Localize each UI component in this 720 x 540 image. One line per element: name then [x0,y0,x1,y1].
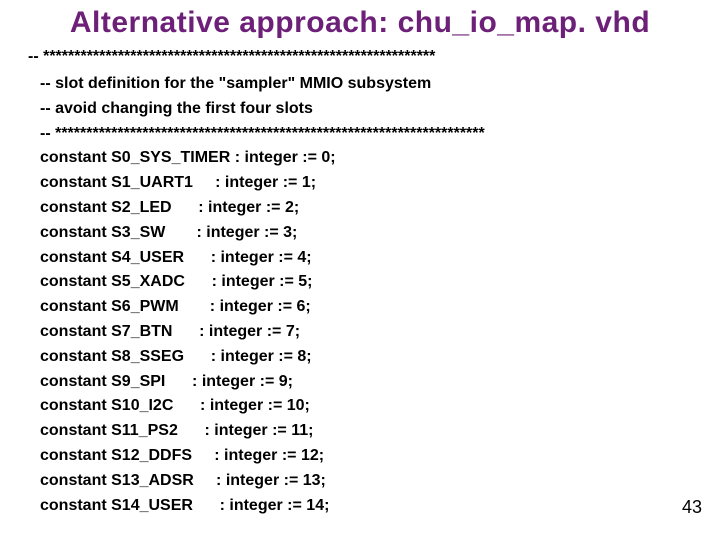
comment-rule-top: -- *************************************… [28,48,435,66]
slide: Alternative approach: chu_io_map. vhd --… [0,0,720,540]
code-block: -- slot definition for the "sampler" MMI… [40,72,680,518]
constant-line: constant S14_USER : integer := 14; [40,494,680,519]
constant-line: constant S4_USER : integer := 4; [40,246,680,271]
comment-line: -- avoid changing the first four slots [40,97,680,122]
comment-line: -- slot definition for the "sampler" MMI… [40,72,680,97]
constant-line: constant S1_UART1 : integer := 1; [40,171,680,196]
constant-line: constant S3_SW : integer := 3; [40,221,680,246]
constant-line: constant S0_SYS_TIMER : integer := 0; [40,146,680,171]
constant-line: constant S11_PS2 : integer := 11; [40,419,680,444]
constant-line: constant S5_XADC : integer := 5; [40,270,680,295]
constant-line: constant S12_DDFS : integer := 12; [40,444,680,469]
constant-line: constant S7_BTN : integer := 7; [40,320,680,345]
constant-line: constant S6_PWM : integer := 6; [40,295,680,320]
page-number: 43 [682,497,702,518]
constant-line: constant S8_SSEG : integer := 8; [40,345,680,370]
slide-title: Alternative approach: chu_io_map. vhd [0,6,720,40]
constant-line: constant S9_SPI : integer := 9; [40,370,680,395]
constant-line: constant S13_ADSR : integer := 13; [40,469,680,494]
constant-line: constant S10_I2C : integer := 10; [40,394,680,419]
comment-rule-mid: -- *************************************… [40,122,680,147]
constant-line: constant S2_LED : integer := 2; [40,196,680,221]
